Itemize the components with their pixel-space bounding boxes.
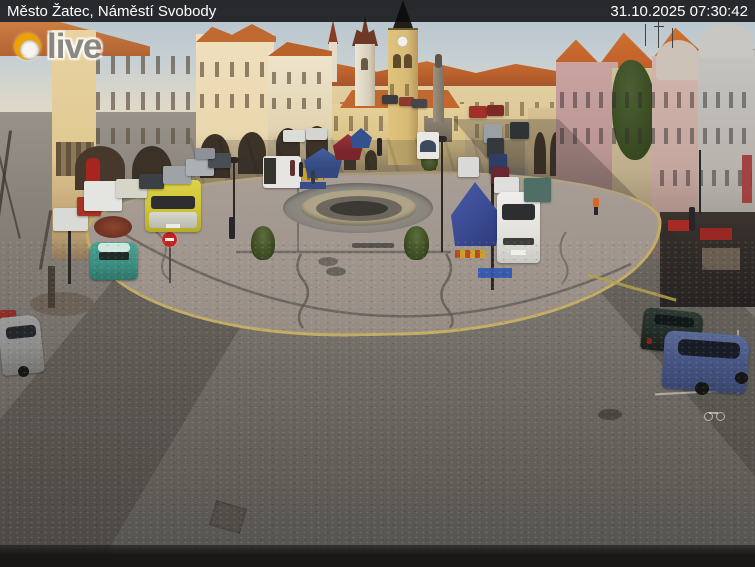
shop-sign-red <box>700 228 732 240</box>
right-windows <box>660 170 752 186</box>
right-round-gable <box>656 40 700 80</box>
webcam-frame: Město Žatec, Náměstí Svobody 31.10.2025 … <box>0 0 755 567</box>
sign-post <box>169 247 171 283</box>
distant-car <box>382 95 398 104</box>
tower-window <box>404 54 412 68</box>
left-windows <box>96 92 196 110</box>
gray-suv-wheel <box>18 366 29 377</box>
teal-van-parked <box>524 178 551 202</box>
manhole-cover <box>598 409 622 420</box>
pedestrian <box>229 217 235 239</box>
yellow-van-plate <box>166 224 180 228</box>
tree-trunk <box>48 266 55 308</box>
tv-antenna <box>645 24 646 46</box>
left-windows <box>272 72 330 84</box>
yellow-van-windshield <box>151 196 195 209</box>
blue-hatchback-wheel <box>695 382 709 395</box>
white-van-windshield <box>502 204 535 220</box>
webcam-photo <box>0 0 755 567</box>
distant-car <box>412 99 427 108</box>
left-windows <box>96 56 196 74</box>
shrub-conical <box>404 226 429 260</box>
parked-car <box>283 130 305 142</box>
no-entry-bar <box>165 238 174 241</box>
right-windows <box>560 128 750 144</box>
white-van-grill <box>503 238 534 245</box>
street-lamp <box>68 224 71 284</box>
parked-car <box>306 128 327 140</box>
blue-hatchback-wheel <box>735 372 748 384</box>
autumn-bush <box>94 216 132 238</box>
market-vendor <box>299 162 303 177</box>
tv-antenna <box>658 20 659 48</box>
parked-car <box>487 105 504 116</box>
manhole-cover <box>318 257 338 266</box>
arcade-arch <box>534 132 546 174</box>
parked-car <box>195 148 215 159</box>
shrub-conical <box>251 226 275 260</box>
pedestrian <box>377 138 382 156</box>
timestamp: 31.10.2025 07:30:42 <box>610 2 748 20</box>
dark-wagon-taillight <box>647 338 652 344</box>
right-baroque-gable <box>700 24 753 58</box>
shop-window-glow <box>702 248 740 270</box>
teal-car-rear-window <box>99 252 129 260</box>
bottom-shadow <box>0 545 755 567</box>
tower-window <box>393 54 401 68</box>
market-stand-blue <box>478 268 512 278</box>
right-windows <box>560 92 750 108</box>
plague-column-shaft <box>433 66 444 122</box>
worker-legs <box>594 207 598 215</box>
market-goods <box>455 250 485 258</box>
left-windows <box>200 62 272 77</box>
church-tower <box>355 44 375 106</box>
vendor-van-door <box>264 158 276 184</box>
left-windows <box>200 94 272 108</box>
teal-car-roof <box>98 243 130 252</box>
pavement-plaque <box>352 243 394 248</box>
live-logo-icon <box>14 33 41 60</box>
tree-dirt-circle <box>30 292 94 316</box>
parked-van <box>494 177 519 193</box>
tv-antenna <box>654 26 664 27</box>
fountain-basin <box>330 201 388 216</box>
kiosk-graphic <box>420 140 436 152</box>
bicycle-marking <box>709 412 718 414</box>
street-lamp <box>699 150 701 214</box>
live-logo-text: live <box>47 27 102 66</box>
suv-driving <box>510 122 529 139</box>
market-shopper <box>311 170 315 184</box>
white-van-plate <box>511 250 526 255</box>
left-windows <box>96 128 196 144</box>
camera-title: Město Žatec, Náměstí Svobody <box>7 2 217 20</box>
live-watermark: live <box>14 27 102 66</box>
worker-orange-vest <box>593 198 599 207</box>
pedestrian <box>689 207 695 231</box>
overlay-bar: Město Žatec, Náměstí Svobody 31.10.2025 … <box>0 0 755 22</box>
plague-column-statue <box>435 54 442 68</box>
shop-banner <box>742 155 752 203</box>
manhole-cover <box>326 267 346 276</box>
parked-car <box>469 106 487 118</box>
left-windows <box>272 98 330 109</box>
white-car-driving <box>458 157 479 177</box>
parked-car <box>139 174 164 189</box>
church-tower-window <box>361 58 368 70</box>
tv-antenna <box>672 28 673 48</box>
market-vendor <box>290 160 295 176</box>
street-lamp <box>441 140 443 252</box>
clock-face <box>397 36 408 47</box>
